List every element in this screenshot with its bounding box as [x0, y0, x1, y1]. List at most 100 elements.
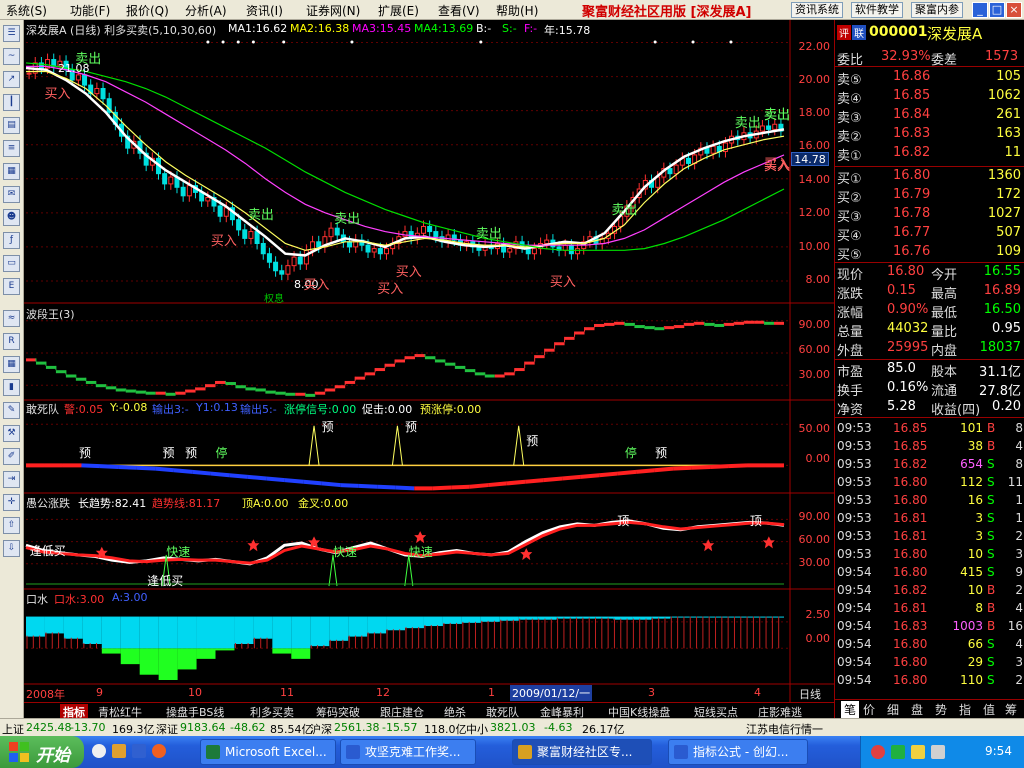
quote-tab-price[interactable]: 价	[863, 701, 875, 718]
tray-network-icon[interactable]	[891, 745, 905, 759]
menu-extend[interactable]: 扩展(E)	[378, 2, 419, 19]
candle-body	[433, 231, 439, 238]
bid-volume: 172	[996, 187, 1021, 202]
quote-tab-value[interactable]: 值	[983, 701, 995, 718]
chart-area[interactable]: 深发展A (日线) 利多买卖(5,10,30,60) MA1:16.62 MA2…	[24, 20, 834, 702]
tick-volume: 10	[967, 583, 983, 597]
ask-volume: 163	[996, 126, 1021, 141]
maximize-button[interactable]: □	[989, 2, 1005, 18]
task-jufu[interactable]: 聚富财经社区专...	[512, 739, 652, 765]
fx-icon[interactable]: ƒ	[3, 232, 20, 249]
wave-step	[26, 358, 36, 362]
wave-step	[474, 372, 485, 376]
wave-step	[724, 322, 735, 326]
wave-step	[624, 322, 635, 326]
period-label[interactable]: 日线	[799, 686, 821, 702]
green-bar	[215, 648, 235, 651]
wrench-icon[interactable]: ⚒	[3, 425, 20, 442]
quote-tab-book[interactable]: 盘	[911, 701, 923, 718]
wave-icon[interactable]: ≈	[3, 310, 20, 327]
bar-icon[interactable]: ▮	[3, 379, 20, 396]
insider-button[interactable]: 聚富内参	[911, 2, 963, 18]
task-formula[interactable]: 指标公式 - 创幻...	[668, 739, 808, 765]
pen-icon[interactable]: ✐	[3, 448, 20, 465]
gansidui-line	[358, 483, 378, 489]
sub3-item-golden-cross: 金叉:0.00	[298, 497, 349, 510]
link-badge[interactable]: 联	[852, 25, 866, 40]
tools-icon[interactable]: ✎	[3, 402, 20, 419]
media-icon[interactable]	[152, 744, 166, 758]
minimize-button[interactable]: _	[972, 2, 988, 18]
ask-row: 卖⑤ 16.86 105	[835, 68, 1024, 88]
menu-help[interactable]: 帮助(H)	[496, 2, 538, 19]
tick-price: 16.80	[893, 673, 928, 687]
tick-time: 09:53	[837, 493, 872, 507]
candle-body	[26, 72, 32, 75]
list-icon[interactable]: ≡	[3, 140, 20, 157]
users-icon[interactable]: ☻	[3, 209, 20, 226]
stat-label: 换手	[837, 384, 864, 399]
sub4-title: 口水	[26, 593, 48, 606]
quote-list-icon[interactable]: ☰	[3, 25, 20, 42]
menu-analysis[interactable]: 分析(A)	[185, 2, 227, 19]
eti-icon[interactable]: E	[3, 278, 20, 295]
quote-tab-detail[interactable]: 细	[887, 701, 899, 718]
rating-badge[interactable]: 评	[837, 25, 851, 40]
menu-view[interactable]: 查看(V)	[438, 2, 480, 19]
task-word[interactable]: 攻坚克难工作奖...	[340, 739, 476, 765]
arrow-up-icon[interactable]: ⇧	[3, 517, 20, 534]
stat-label: 量比	[931, 325, 958, 340]
ma4-label: MA4:13.69	[414, 22, 474, 35]
candle-chart-icon[interactable]: ┃	[3, 94, 20, 111]
grid-icon[interactable]: ▦	[3, 356, 20, 373]
info-system-button[interactable]: 资讯系统	[791, 2, 843, 18]
weicha-label: 委差	[931, 53, 958, 68]
cyan-bar	[177, 616, 197, 649]
zx-amount: 26.17亿	[582, 723, 625, 736]
desktop-icon[interactable]	[132, 744, 146, 758]
tray-volume-icon[interactable]	[931, 745, 945, 759]
line-chart-icon[interactable]: ↗	[3, 71, 20, 88]
tray-app-icon[interactable]	[871, 745, 885, 759]
exit-icon[interactable]: ⇥	[3, 471, 20, 488]
close-button[interactable]: ×	[1006, 2, 1022, 18]
stat-value: 0.16%	[887, 380, 929, 395]
menu-system[interactable]: 系统(S)	[6, 2, 47, 19]
candle-body	[420, 225, 426, 234]
monitor-icon[interactable]: ▭	[3, 255, 20, 272]
start-button[interactable]: 开始	[0, 736, 84, 768]
menu-function[interactable]: 功能(F)	[70, 2, 110, 19]
arrow-down-icon[interactable]: ⇩	[3, 540, 20, 557]
menu-info[interactable]: 资讯(I)	[246, 2, 283, 19]
quote-tab-index[interactable]: 指	[959, 701, 971, 718]
tutorial-button[interactable]: 软件教学	[851, 2, 903, 18]
yugong-marker: 快速	[332, 545, 357, 559]
tray-security-icon[interactable]	[911, 745, 925, 759]
quote-tab-chips[interactable]: 筹	[1005, 701, 1017, 718]
task-label: Microsoft Excel...	[225, 745, 327, 759]
gansidui-line	[580, 473, 600, 479]
rsi-icon[interactable]: R	[3, 333, 20, 350]
quote-tab-trend[interactable]: 势	[935, 701, 947, 718]
menu-quote[interactable]: 报价(Q)	[126, 2, 169, 19]
ie-icon[interactable]	[92, 744, 106, 758]
move-icon[interactable]: ✛	[3, 494, 20, 511]
tick-price: 16.83	[893, 619, 928, 633]
clock[interactable]: 9:54	[985, 744, 1012, 758]
minute-chart-icon[interactable]: ~	[3, 48, 20, 65]
cyan-bar	[727, 616, 747, 618]
sz-label: 深证	[156, 723, 178, 736]
explorer-icon[interactable]	[112, 744, 126, 758]
menu-network[interactable]: 证券网(N)	[306, 2, 360, 19]
wave-step	[205, 384, 216, 388]
table-icon[interactable]: ▤	[3, 117, 20, 134]
task-excel[interactable]: Microsoft Excel...	[200, 739, 336, 765]
stat-value: 25995	[887, 340, 929, 355]
cyan-bar	[518, 616, 538, 620]
gansidui-line	[709, 464, 729, 469]
report-icon[interactable]: ▦	[3, 163, 20, 180]
quote-tab-trades[interactable]: 笔	[841, 701, 860, 718]
wave-step	[175, 391, 186, 395]
mail-icon[interactable]: ✉	[3, 186, 20, 203]
sell-signal: 卖出	[247, 208, 274, 224]
